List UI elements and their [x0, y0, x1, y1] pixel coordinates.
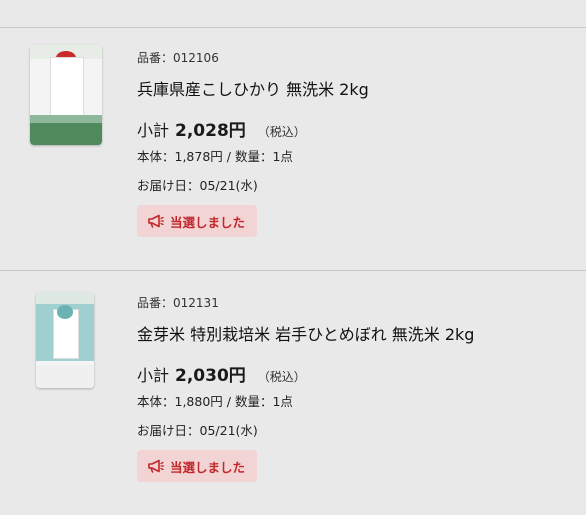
subtotal: 小計 2,028円 （税込） [137, 116, 306, 141]
price-quantity: 本体：1,880円 / 数量：1点 [137, 394, 293, 409]
product-name[interactable]: 兵庫県産こしひかり 無洗米 2kg [137, 76, 369, 100]
subtotal-amount: 2,028 [175, 121, 229, 141]
status-label: 当選しました [170, 459, 246, 475]
status-badge: 当選しました [137, 205, 258, 237]
rice-bag-image [30, 45, 102, 145]
delivery-date: お届け日：05/21(水) [137, 423, 258, 438]
status-badge: 当選しました [137, 450, 258, 482]
product-image[interactable] [30, 45, 102, 145]
order-item: 品番：012106 兵庫県産こしひかり 無洗米 2kg 小計 2,028円 （税込）… [0, 27, 586, 267]
product-image[interactable] [36, 292, 94, 388]
tax-label: （税込） [257, 125, 306, 139]
status-label: 当選しました [170, 214, 246, 230]
product-code: 品番：012106 [137, 51, 219, 65]
subtotal-label: 小計 [137, 366, 170, 385]
order-item: 品番：012131 金芽米 特別栽培米 岩手ひとめぼれ 無洗米 2kg 小計 2,… [0, 270, 586, 510]
megaphone-icon [148, 214, 165, 228]
subtotal-yen: 円 [228, 366, 246, 386]
price-quantity: 本体：1,878円 / 数量：1点 [137, 149, 293, 164]
subtotal-label: 小計 [137, 121, 170, 140]
product-code: 品番：012131 [137, 296, 219, 310]
delivery-date: お届け日：05/21(水) [137, 178, 258, 193]
tax-label: （税込） [257, 370, 306, 384]
rice-bag-image [36, 292, 94, 388]
subtotal: 小計 2,030円 （税込） [137, 361, 306, 386]
subtotal-amount: 2,030 [175, 366, 229, 386]
subtotal-yen: 円 [228, 121, 246, 141]
product-name[interactable]: 金芽米 特別栽培米 岩手ひとめぼれ 無洗米 2kg [137, 321, 474, 345]
megaphone-icon [148, 459, 165, 473]
